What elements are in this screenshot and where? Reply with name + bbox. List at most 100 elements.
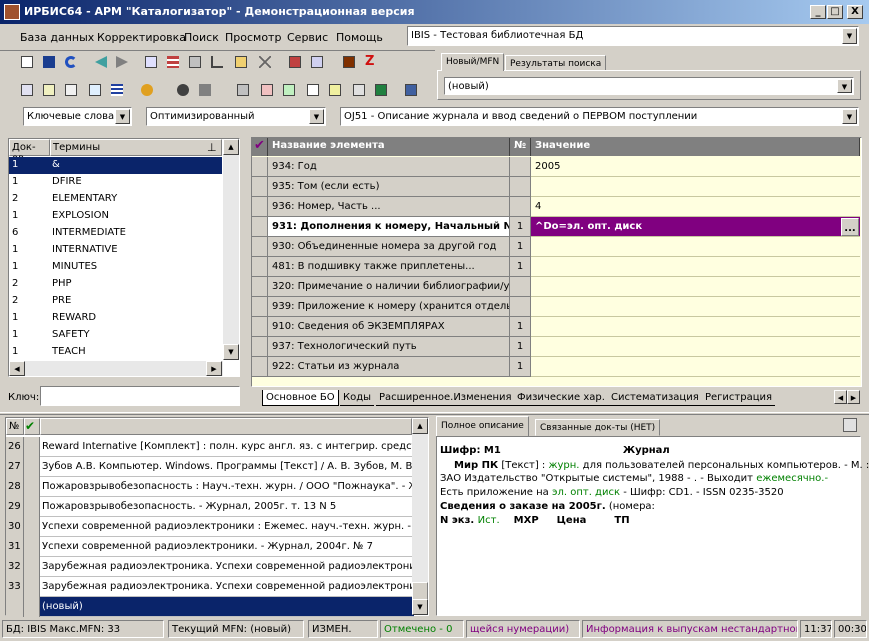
tab-physical[interactable]: Физические хар. [514,390,608,406]
message-icon[interactable] [18,81,36,99]
header-number[interactable]: № [510,138,531,156]
record-row[interactable]: 33 Зарубежная радиоэлектроника. Успехи со… [6,577,414,597]
menu-service[interactable]: Сервис [287,31,328,44]
key-input[interactable] [40,386,240,406]
undo-button[interactable] [62,53,80,71]
element-value[interactable] [531,337,860,357]
editor-row[interactable]: 934: Год 2005 [252,157,860,177]
terms-row[interactable]: 1 SAFETY [9,327,222,344]
print-icon[interactable] [234,81,252,99]
database-select[interactable]: IBIS - Тестовая библиотечная БД ▼ [407,26,859,46]
record-check[interactable] [24,477,40,497]
tab-basic[interactable]: Основное БО [262,390,339,406]
terms-row[interactable]: 1 MINUTES [9,259,222,276]
editor-row[interactable]: 937: Технологический путь 1 [252,337,860,357]
terms-row[interactable]: 2 PHP [9,276,222,293]
tab-full-description[interactable]: Полное описание [436,416,529,436]
print-record-button[interactable] [186,53,204,71]
import-button[interactable] [286,53,304,71]
tree-button[interactable] [208,53,226,71]
terms-row[interactable]: 2 ELEMENTARY [9,191,222,208]
tab-new-mfn[interactable]: Новый/MFN [441,53,505,71]
editor-row[interactable]: 481: В подшивку также приплетены... 1 [252,257,860,277]
element-value[interactable]: ^Dо=эл. опт. диск [531,217,860,237]
print-icon[interactable] [843,418,857,432]
terms-row[interactable]: 1 & [9,157,222,174]
pages-icon[interactable] [304,81,322,99]
element-value[interactable]: 2005 [531,157,860,177]
terms-hscroll[interactable] [9,361,223,376]
menu-database[interactable]: База данных [20,31,94,44]
terms-header-term[interactable]: Термины [50,139,222,156]
next-record-button[interactable] [113,53,131,71]
element-value[interactable] [531,237,860,257]
terms-row[interactable]: 1 DFIRE [9,174,222,191]
records-header-text[interactable] [40,418,412,435]
sort-icon[interactable] [280,81,298,99]
print-list-icon[interactable] [258,81,276,99]
mail-icon[interactable] [62,81,80,99]
pin-icon[interactable]: ⊥ [207,141,217,154]
editor-row[interactable]: 320: Примечание о наличии библиографии/у… [252,277,860,297]
tab-linked-docs[interactable]: Связанные док-ты (НЕТ) [535,419,661,436]
menu-search[interactable]: Поиск [184,31,219,44]
tab-classification[interactable]: Систематизация [608,390,702,406]
element-value[interactable] [531,257,860,277]
record-check[interactable] [24,537,40,557]
maximize-button[interactable]: □ [827,5,843,19]
element-value[interactable] [531,277,860,297]
scroll-up-icon[interactable]: ▲ [223,139,239,155]
record-check[interactable] [24,597,40,617]
editor-row[interactable]: 930: Объединенные номера за другой год 1 [252,237,860,257]
ellipsis-button[interactable]: ... [841,218,859,236]
scroll-right-icon[interactable]: ▶ [206,361,222,376]
editor-row[interactable]: 910: Сведения об ЭКЗЕМПЛЯРАХ 1 [252,317,860,337]
close-button[interactable]: X [847,5,863,19]
menu-edit[interactable]: Корректировка [97,31,186,44]
optimization-select[interactable]: Оптимизированный ▼ [146,107,326,126]
record-check[interactable] [24,517,40,537]
chevron-down-icon[interactable]: ▼ [115,109,130,124]
header-element-name[interactable]: Название элемента [268,138,510,156]
comment-icon[interactable] [40,81,58,99]
record-row[interactable]: 26 Reward Internative [Комплект] : полн. … [6,437,414,457]
element-value[interactable] [531,177,860,197]
scroll-left-icon[interactable]: ◀ [9,361,25,376]
record-row[interactable]: 28 Пожаровзрывобезопасность : Науч.-техн.… [6,477,414,497]
scroll-thumb[interactable] [412,582,428,600]
menu-help[interactable]: Помощь [336,31,383,44]
terms-row[interactable]: 2 PRE [9,293,222,310]
tab-scroll-right-icon[interactable]: ▶ [847,390,860,404]
list-icon[interactable] [108,81,126,99]
editor-row[interactable]: 936: Номер, Часть ... 4 [252,197,860,217]
report-icon[interactable] [326,81,344,99]
records-header-no[interactable]: № [6,418,24,435]
element-value[interactable]: 4 [531,197,860,217]
key-icon[interactable] [138,81,156,99]
copy-icon[interactable] [350,81,368,99]
search-mode-select[interactable]: Ключевые слова ▼ [23,107,132,126]
chevron-down-icon[interactable]: ▼ [837,79,852,93]
grid-button[interactable] [164,53,182,71]
chevron-down-icon[interactable]: ▼ [309,109,324,124]
terms-row[interactable]: 1 REWARD [9,310,222,327]
tab-search-results[interactable]: Результаты поиска [505,55,607,71]
editor-row[interactable]: 922: Статьи из журнала 1 [252,357,860,377]
menu-view[interactable]: Просмотр [225,31,281,44]
record-row[interactable]: 27 Зубов А.В. Компьютер. Windows. Програм… [6,457,414,477]
record-check[interactable] [24,497,40,517]
record-check[interactable] [24,457,40,477]
folder-icon[interactable] [196,81,214,99]
tab-scroll-left-icon[interactable]: ◀ [834,390,847,404]
splitter[interactable] [0,412,869,415]
record-row[interactable]: 29 Пожаровзрывобезопасность. - Журнал, 20… [6,497,414,517]
chevron-down-icon[interactable]: ▼ [842,109,857,124]
terms-row[interactable]: 1 EXPLOSION [9,208,222,225]
header-value[interactable]: Значение [531,138,860,156]
new-doc-button[interactable] [18,53,36,71]
terms-row[interactable]: 6 INTERMEDIATE [9,225,222,242]
terms-header-count[interactable]: Док-ов [9,139,50,164]
excel-icon[interactable] [372,81,390,99]
tab-extended[interactable]: Расширенное.Изменения [376,390,515,406]
copy-record-button[interactable] [142,53,160,71]
